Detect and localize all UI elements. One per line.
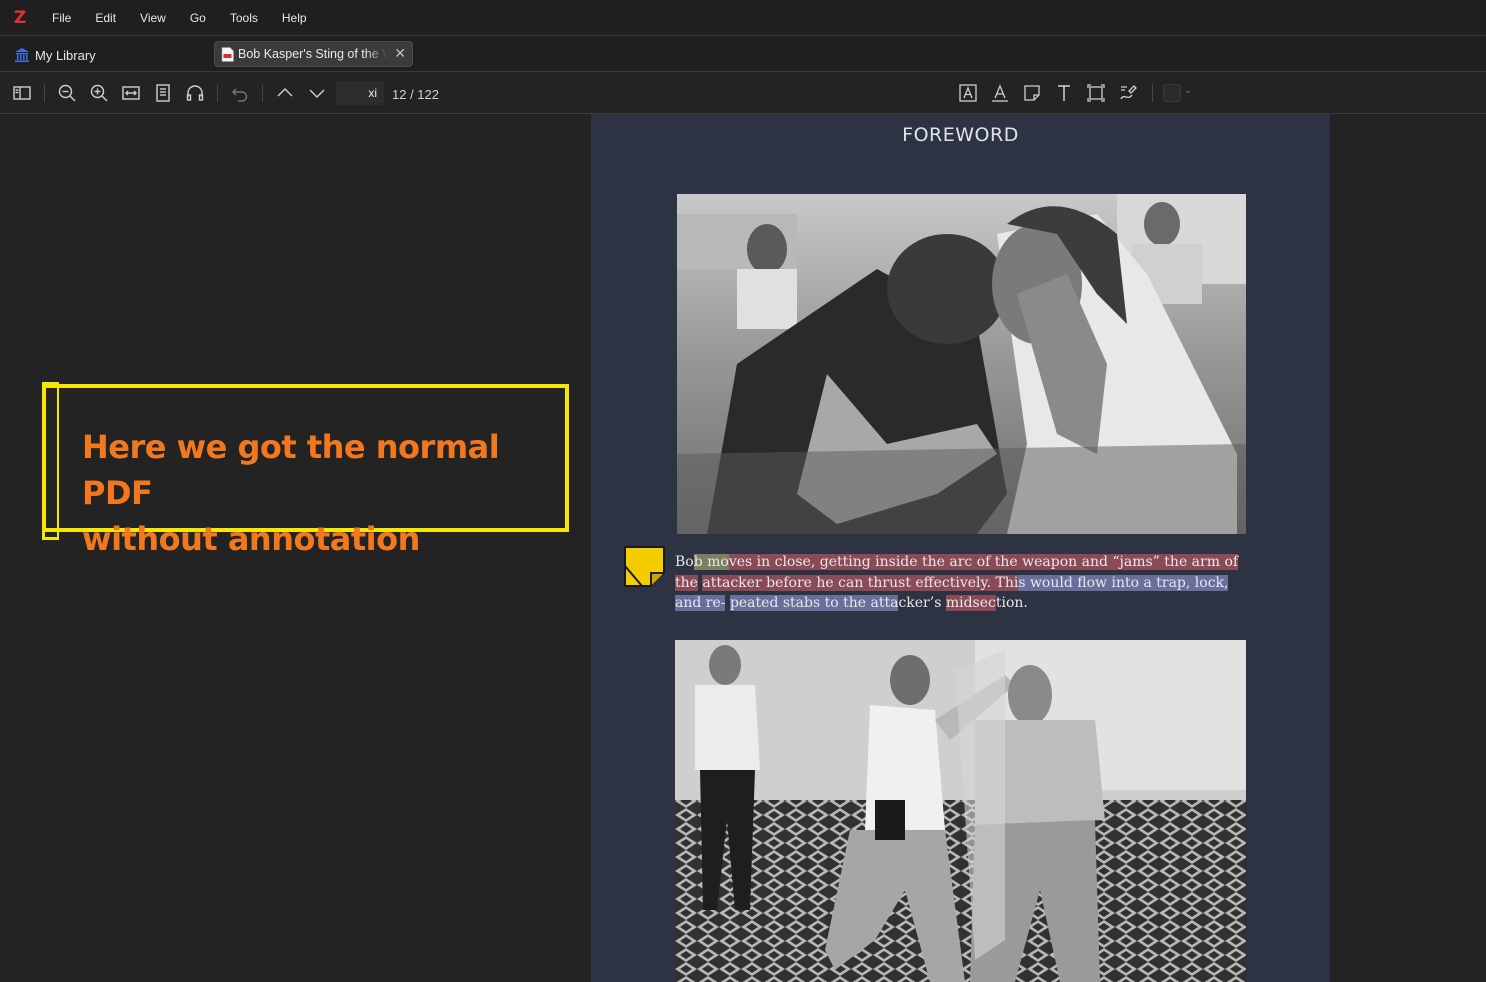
previous-page-icon[interactable] bbox=[274, 82, 296, 104]
undo-icon[interactable] bbox=[229, 82, 251, 104]
add-note-icon[interactable] bbox=[1021, 82, 1043, 104]
page-count: 12 / 122 bbox=[392, 87, 439, 102]
close-tab-icon[interactable]: ✕ bbox=[394, 45, 406, 62]
tab-document[interactable]: Bob Kasper's Sting of the Viper ✕ bbox=[214, 41, 413, 67]
page-heading: FOREWORD bbox=[902, 124, 1019, 146]
read-aloud-icon[interactable] bbox=[184, 82, 206, 104]
pdf-file-icon bbox=[221, 46, 234, 62]
caption-highlight-yellow[interactable]: b mo bbox=[693, 554, 729, 570]
photo-knife-defense-top bbox=[677, 194, 1246, 534]
highlight-text-icon[interactable] bbox=[957, 82, 979, 104]
reader-toolbar bbox=[0, 72, 1486, 114]
menu-bar: Z File Edit View Go Tools Help bbox=[0, 0, 1486, 36]
toolbar-divider bbox=[217, 84, 218, 102]
color-picker-icon[interactable] bbox=[1163, 84, 1181, 102]
toolbar-divider bbox=[44, 84, 45, 102]
draw-icon[interactable] bbox=[1117, 82, 1139, 104]
menu-help[interactable]: Help bbox=[270, 0, 319, 36]
sticky-note-icon[interactable] bbox=[624, 546, 666, 588]
tab-my-library[interactable]: My Library bbox=[14, 44, 96, 66]
next-page-icon[interactable] bbox=[306, 82, 328, 104]
page-view-icon[interactable] bbox=[152, 82, 174, 104]
caption-seg-7: cker’s bbox=[898, 595, 946, 611]
menu-tools[interactable]: Tools bbox=[218, 0, 270, 36]
chevron-down-icon[interactable]: ⌄ bbox=[1184, 85, 1192, 96]
pdf-page[interactable]: FOREWORD Bob moves in close, getting ins… bbox=[591, 114, 1330, 982]
toolbar-divider bbox=[1152, 84, 1153, 102]
sidebar-toggle-icon[interactable] bbox=[11, 82, 33, 104]
library-icon bbox=[15, 48, 29, 62]
caption-highlight-red-3[interactable]: midsec bbox=[945, 595, 996, 611]
callout-line-1: Here we got the normal PDF bbox=[82, 428, 500, 512]
tab-document-title: Bob Kasper's Sting of the Viper bbox=[238, 47, 388, 61]
menu-view[interactable]: View bbox=[128, 0, 178, 36]
tab-bar: My Library Bob Kasper's Sting of the Vip… bbox=[0, 36, 1486, 72]
zotero-logo-icon[interactable]: Z bbox=[0, 8, 40, 28]
select-area-icon[interactable] bbox=[1085, 82, 1107, 104]
fit-width-icon[interactable] bbox=[120, 82, 142, 104]
tab-my-library-label: My Library bbox=[35, 47, 96, 63]
menu-file[interactable]: File bbox=[40, 0, 83, 36]
add-text-icon[interactable] bbox=[1053, 82, 1075, 104]
zoom-in-icon[interactable] bbox=[88, 82, 110, 104]
photo-caption[interactable]: Bob moves in close, getting inside the a… bbox=[675, 552, 1245, 614]
callout-text: Here we got the normal PDF without annot… bbox=[82, 424, 565, 562]
caption-highlight-blue-2[interactable]: peated stabs to the atta bbox=[729, 595, 899, 611]
caption-seg-1: Bo bbox=[675, 554, 694, 570]
menu-go[interactable]: Go bbox=[178, 0, 218, 36]
callout-line-2: without annotation bbox=[82, 520, 420, 558]
zoom-out-icon[interactable] bbox=[56, 82, 78, 104]
menu-edit[interactable]: Edit bbox=[83, 0, 128, 36]
caption-seg-9: tion. bbox=[995, 595, 1028, 611]
photo-knife-defense-bottom bbox=[675, 640, 1246, 982]
annotation-callout-box: Here we got the normal PDF without annot… bbox=[42, 382, 569, 558]
underline-text-icon[interactable] bbox=[989, 82, 1011, 104]
caption-highlight-red-2[interactable]: attacker before he can thrust effectivel… bbox=[702, 574, 1019, 591]
toolbar-divider bbox=[262, 84, 263, 102]
page-number-input[interactable] bbox=[336, 81, 384, 105]
reader-content: Here we got the normal PDF without annot… bbox=[0, 114, 1486, 982]
